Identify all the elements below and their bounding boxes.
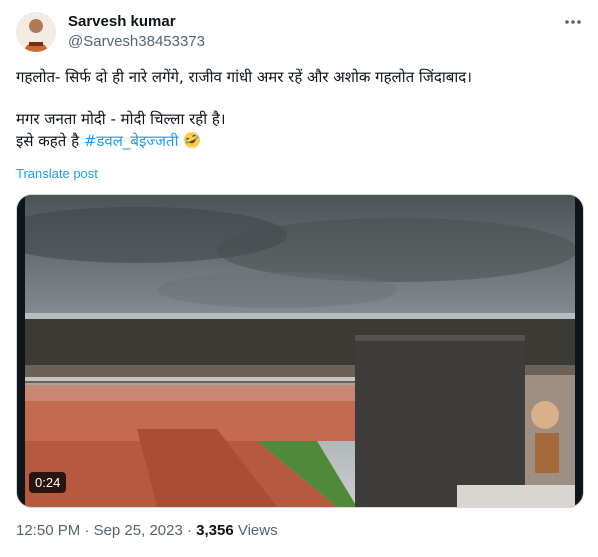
- views-label: Views: [233, 522, 278, 539]
- avatar[interactable]: [16, 12, 56, 52]
- tweet-line-1: गहलोत- सिर्फ दो ही नारे लगेंगे, राजीव गा…: [16, 68, 472, 86]
- more-options-icon[interactable]: [560, 12, 586, 32]
- views-count[interactable]: 3,356: [196, 522, 234, 539]
- tweet-line-2: मगर जनता मोदी - मोदी चिल्ला रही है।: [16, 110, 226, 128]
- laughing-emoji-icon: [183, 131, 201, 149]
- meta-separator-2: ·: [182, 522, 197, 539]
- translate-post-link[interactable]: Translate post: [16, 166, 98, 181]
- video-frame: [17, 195, 583, 507]
- hashtag-link[interactable]: #डवल_बेइज्जती: [84, 132, 179, 150]
- post-metadata: 12:50 PM · Sep 25, 2023 · 3,356 Views: [16, 522, 278, 539]
- author-name[interactable]: Sarvesh kumar: [68, 13, 176, 30]
- tweet-line-3-prefix: इसे कहते है: [16, 132, 84, 150]
- video-duration-badge: 0:24: [29, 472, 67, 493]
- meta-separator: ·: [80, 522, 94, 539]
- video-player[interactable]: 0:24: [16, 194, 584, 508]
- tweet-line-3: इसे कहते है #डवल_बेइज्जती: [16, 130, 586, 152]
- tweet-text: गहलोत- सिर्फ दो ही नारे लगेंगे, राजीव गा…: [16, 66, 586, 152]
- tweet-card: Sarvesh kumar @Sarvesh38453373 गहलोत- सि…: [0, 0, 598, 557]
- post-time[interactable]: 12:50 PM: [16, 522, 80, 539]
- author-handle[interactable]: @Sarvesh38453373: [68, 33, 205, 50]
- post-date[interactable]: Sep 25, 2023: [94, 522, 183, 539]
